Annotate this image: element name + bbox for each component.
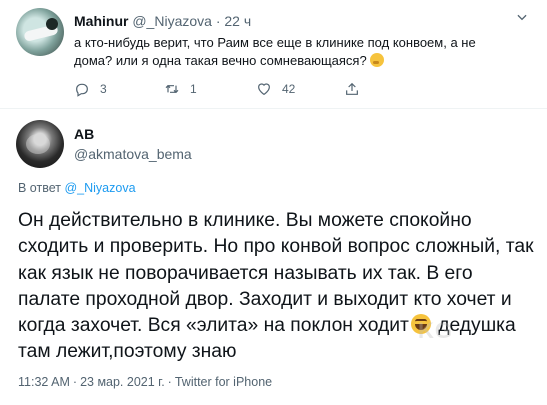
retweet-icon — [165, 84, 179, 94]
reply-tweet-header: Mahinur @_Niyazova · 22 ч — [74, 13, 251, 29]
tweet-meta: 11:32 AM · 23 мар. 2021 г. · Twitter for iPh… — [18, 375, 272, 389]
heart-icon — [258, 83, 270, 96]
author-name[interactable]: AB — [74, 126, 94, 142]
tweet-actions: 3 1 42 — [74, 80, 374, 98]
tweet-time[interactable]: 22 ч — [224, 13, 251, 29]
separator-dot: · — [72, 375, 78, 389]
thinking-face-icon — [369, 52, 384, 67]
reply-tweet[interactable]: Mahinur @_Niyazova · 22 ч а кто-нибудь в… — [0, 0, 547, 108]
like-button[interactable]: 42 — [256, 80, 295, 98]
ab-avatar[interactable] — [16, 120, 64, 168]
author-name[interactable]: Mahinur — [74, 13, 128, 29]
site-watermark: KG — [418, 318, 453, 343]
avatar-image-head — [46, 18, 58, 30]
tweet-date[interactable]: 23 мар. 2021 г. — [80, 375, 165, 389]
avatar-image-smoke — [26, 134, 50, 154]
reply-to-handle-link[interactable]: @_Niyazova — [64, 181, 135, 195]
retweet-button[interactable]: 1 — [164, 80, 197, 98]
mahinur-avatar[interactable] — [16, 8, 64, 56]
tweet-divider — [0, 108, 547, 109]
reply-count: 3 — [100, 82, 107, 96]
share-button[interactable] — [344, 80, 360, 98]
chevron-down-icon[interactable] — [512, 10, 532, 30]
like-count: 42 — [282, 82, 296, 96]
share-icon — [346, 82, 358, 95]
main-tweet-text: Он действительно в клинике. Вы можете сп… — [18, 208, 540, 366]
tweet-time[interactable]: 11:32 AM — [18, 375, 70, 389]
retweet-count: 1 — [190, 82, 197, 96]
author-handle[interactable]: @_Niyazova — [132, 13, 212, 29]
reply-to-line: В ответ @_Niyazova — [18, 181, 136, 195]
reply-button[interactable]: 3 — [74, 80, 107, 98]
author-handle[interactable]: @akmatova_bema — [74, 146, 192, 162]
reply-tweet-body: а кто-нибудь верит, что Раим все еще в к… — [74, 35, 476, 68]
separator-dot: · — [215, 13, 221, 29]
reply-icon — [76, 83, 88, 97]
separator-dot: · — [167, 375, 172, 389]
reply-tweet-text: а кто-нибудь верит, что Раим все еще в к… — [74, 34, 504, 69]
reply-to-prefix: В ответ — [18, 181, 61, 195]
tweet-source[interactable]: Twitter for iPhone — [175, 375, 272, 389]
